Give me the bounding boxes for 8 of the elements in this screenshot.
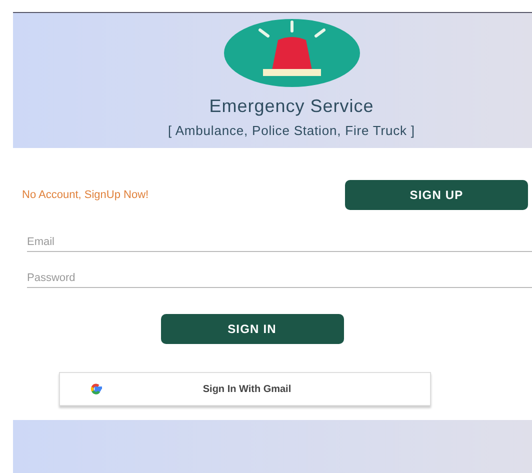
- app-subtitle: [ Ambulance, Police Station, Fire Truck ]: [168, 123, 415, 138]
- app-title: Emergency Service: [209, 96, 374, 117]
- sign-in-button[interactable]: SIGN IN: [160, 314, 344, 344]
- signup-prompt: No Account, SignUp Now!: [22, 189, 149, 201]
- gmail-sign-in-button[interactable]: Sign In With Gmail: [59, 372, 431, 406]
- siren-icon: [224, 18, 360, 88]
- google-icon: [88, 381, 104, 397]
- sign-up-button[interactable]: SIGN UP: [345, 180, 528, 210]
